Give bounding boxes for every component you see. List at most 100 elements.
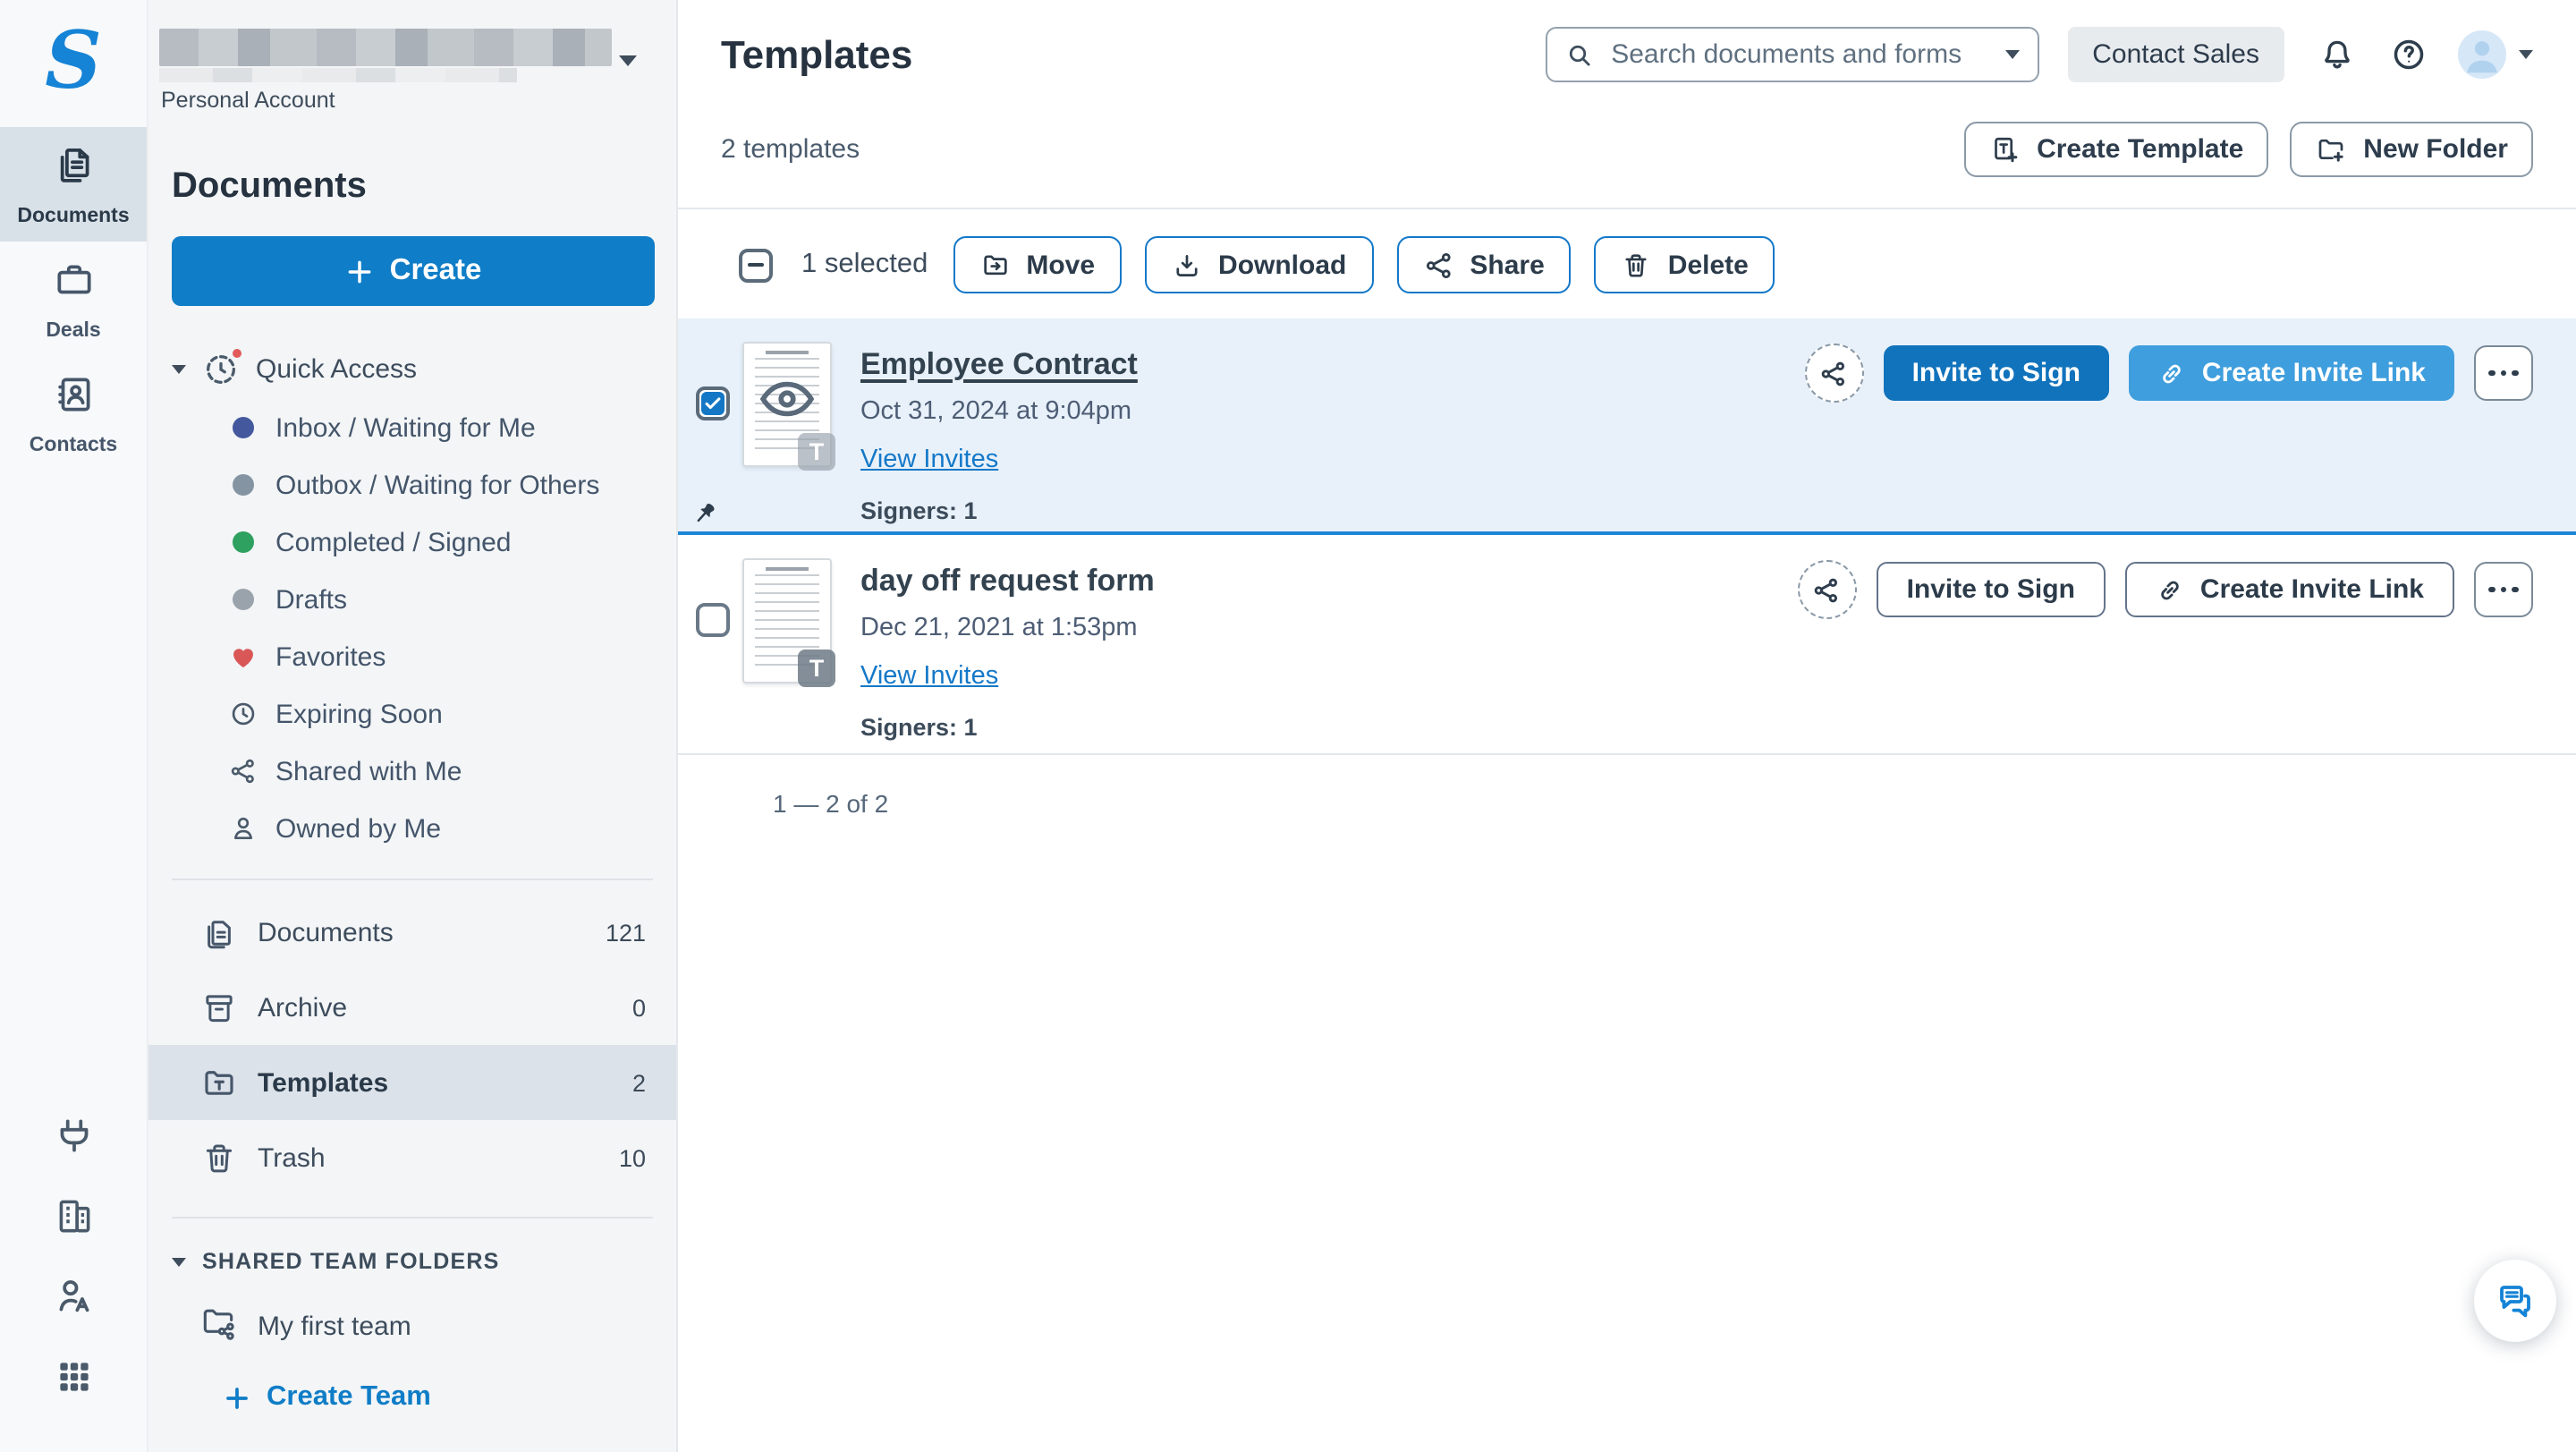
plus-icon (345, 257, 374, 285)
status-dot (233, 589, 254, 610)
status-dot (233, 417, 254, 438)
sidebar-item-outbox[interactable]: Outbox / Waiting for Others (148, 456, 676, 514)
chevron-down-icon (619, 55, 637, 66)
link-icon (2156, 575, 2184, 604)
trash-icon (200, 1139, 238, 1176)
rail-item-documents[interactable]: Documents (0, 127, 147, 242)
divider (172, 879, 653, 880)
sidebar-item-trash[interactable]: Trash 10 (148, 1120, 676, 1195)
view-invites-link[interactable]: View Invites (860, 662, 998, 691)
move-button[interactable]: Move (953, 236, 1122, 293)
sidebar-item-favorites[interactable]: Favorites (148, 628, 676, 685)
search-input[interactable] (1607, 38, 2004, 72)
rail-bottom-tools (0, 1112, 147, 1398)
row-checkbox[interactable] (696, 603, 730, 637)
signnow-logo[interactable]: S (34, 20, 113, 102)
new-folder-icon (2315, 133, 2347, 166)
create-team-label: Create Team (267, 1381, 431, 1414)
create-invite-link-button[interactable]: Create Invite Link (2125, 562, 2454, 617)
invite-to-sign-button[interactable]: Invite to Sign (1877, 562, 2106, 617)
clock-history-icon (202, 351, 240, 388)
create-button[interactable]: Create (172, 236, 655, 306)
button-label: Move (1026, 250, 1095, 280)
documents-pages-icon (51, 142, 96, 196)
more-actions-button[interactable] (2474, 562, 2533, 617)
help-icon[interactable] (2390, 36, 2428, 73)
avatar[interactable] (2458, 30, 2506, 79)
signers-count: Signers: 1 (860, 714, 1155, 741)
sidebar-item-label: Archive (258, 992, 347, 1023)
account-menu-chevron-icon[interactable] (2519, 50, 2533, 59)
chevron-down-icon[interactable] (2004, 50, 2019, 59)
rail-item-deals[interactable]: Deals (0, 242, 147, 356)
sidebar-item-owned[interactable]: Owned by Me (148, 800, 676, 857)
chevron-down-icon (172, 365, 186, 374)
bell-icon[interactable] (2318, 36, 2356, 73)
delete-icon (1622, 250, 1652, 280)
user-admin-icon[interactable] (51, 1273, 96, 1318)
chat-icon (2494, 1278, 2537, 1321)
search-box[interactable] (1545, 27, 2038, 82)
apps-grid-icon[interactable] (51, 1354, 96, 1398)
templates-count: 2 templates (721, 134, 860, 165)
create-team-button[interactable]: Create Team (148, 1362, 676, 1433)
sidebar-item-my-first-team[interactable]: My first team (148, 1290, 676, 1362)
download-button[interactable]: Download (1145, 236, 1373, 293)
create-invite-link-button[interactable]: Create Invite Link (2129, 345, 2454, 401)
share-nodes-icon (1813, 575, 1842, 604)
count-badge: 0 (632, 994, 646, 1021)
template-title-link[interactable]: day off request form (860, 564, 1155, 599)
delete-button[interactable]: Delete (1595, 236, 1775, 293)
sidebar-item-drafts[interactable]: Drafts (148, 571, 676, 628)
pin-icon (691, 499, 719, 528)
sidebar-item-label: Owned by Me (275, 813, 441, 844)
new-folder-button[interactable]: New Folder (2290, 122, 2533, 177)
quick-access-label: Quick Access (256, 354, 417, 385)
briefcase-icon (51, 257, 96, 310)
more-actions-button[interactable] (2474, 345, 2533, 401)
button-label: Share (1470, 250, 1544, 280)
move-icon (979, 250, 1010, 280)
sidebar-item-archive[interactable]: Archive 0 (148, 970, 676, 1045)
integrations-plug-icon[interactable] (51, 1112, 96, 1157)
template-date: Dec 21, 2021 at 1:53pm (860, 614, 1155, 642)
page-header: Templates Contact Sales (678, 0, 2576, 82)
share-template-button[interactable] (1805, 344, 1864, 403)
invite-to-sign-button[interactable]: Invite to Sign (1884, 345, 2109, 401)
document-thumbnail[interactable]: T (742, 342, 832, 467)
template-title-link[interactable]: Employee Contract (860, 347, 1138, 383)
sidebar-item-label: Outbox / Waiting for Others (275, 470, 599, 500)
sidebar-item-expiring[interactable]: Expiring Soon (148, 685, 676, 743)
shared-team-folders-header[interactable]: SHARED TEAM FOLDERS (148, 1249, 676, 1274)
count-badge: 2 (632, 1069, 646, 1096)
row-checkbox[interactable] (696, 386, 730, 420)
contact-sales-button[interactable]: Contact Sales (2067, 27, 2284, 82)
template-row: T day off request form Dec 21, 2021 at 1… (678, 535, 2576, 755)
sidebar-item-label: Drafts (275, 584, 347, 615)
organization-building-icon[interactable] (51, 1193, 96, 1237)
sidebar-item-label: My first team (258, 1311, 411, 1341)
sidebar-item-documents[interactable]: Documents 121 (148, 895, 676, 970)
shared-folder-icon (199, 1303, 238, 1349)
button-label: Create Invite Link (2200, 574, 2424, 605)
template-row: T Employee Contract Oct 31, 2024 at 9:04… (678, 318, 2576, 535)
sidebar: Personal Account Documents Create Quick … (148, 0, 678, 1452)
rail-item-contacts[interactable]: Contacts (0, 356, 147, 471)
account-switcher[interactable]: Personal Account (148, 0, 676, 111)
create-template-button[interactable]: Create Template (1963, 122, 2268, 177)
sidebar-item-shared[interactable]: Shared with Me (148, 743, 676, 800)
chat-fab-button[interactable] (2474, 1259, 2556, 1341)
share-template-button[interactable] (1798, 560, 1857, 619)
archive-icon (200, 989, 238, 1026)
notification-dot (229, 345, 245, 361)
sidebar-item-completed[interactable]: Completed / Signed (148, 514, 676, 571)
sidebar-item-inbox[interactable]: Inbox / Waiting for Me (148, 399, 676, 456)
document-thumbnail[interactable]: T (742, 558, 832, 684)
quick-access-header[interactable]: Quick Access (148, 351, 676, 388)
pagination-label: 1 — 2 of 2 (678, 755, 2576, 818)
select-all-checkbox[interactable] (739, 248, 773, 282)
selection-toolbar: 1 selected Move Download (678, 209, 2576, 318)
share-button[interactable]: Share (1396, 236, 1571, 293)
view-invites-link[interactable]: View Invites (860, 446, 998, 474)
sidebar-item-templates[interactable]: Templates 2 (148, 1045, 676, 1120)
